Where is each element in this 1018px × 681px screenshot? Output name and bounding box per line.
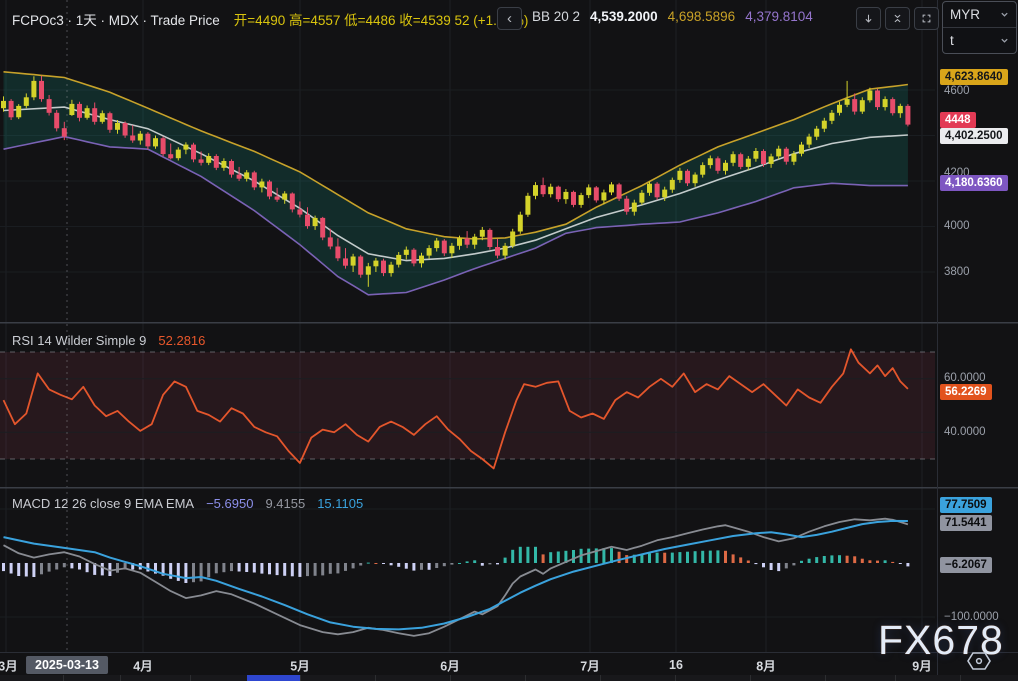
chart-canvas[interactable] <box>0 0 1018 652</box>
symbol-title[interactable]: FCPOc3 · 1天 · MDX · Trade Price <box>12 9 220 29</box>
collapse-pane-button[interactable] <box>885 7 910 30</box>
strip-divider <box>375 675 376 681</box>
rsi-pane <box>0 349 935 468</box>
bb-lower-value: 4,379.8104 <box>745 9 813 24</box>
macd-line <box>4 519 908 636</box>
strip-divider <box>525 675 526 681</box>
strip-divider <box>825 675 826 681</box>
hexagon-logo-icon <box>966 651 992 671</box>
last-price-badge: 4448 <box>940 112 976 128</box>
price-axis[interactable]: 460042004000380060.000040.0000−100.00004… <box>937 0 1018 675</box>
bb-upper-value: 4,698.5896 <box>668 9 736 24</box>
pane-divider <box>0 487 1018 489</box>
gridlines <box>0 0 935 652</box>
bb-lower-price-badge: 4,180.6360 <box>940 175 1008 191</box>
macd-signal-value: 15.1105 <box>317 496 363 511</box>
currency-dropdown[interactable]: MYR <box>943 2 1016 27</box>
time-axis[interactable]: 3月 4月 5月 6月 7月 16 8月 9月 2025-03-13 <box>0 652 1018 676</box>
strip-divider <box>960 675 961 681</box>
strip-divider <box>600 675 601 681</box>
price-axis-tick: 60.0000 <box>944 372 986 384</box>
collapse-icon <box>893 14 902 23</box>
crosshair-date-badge: 2025-03-13 <box>26 656 108 674</box>
pane-toolbar <box>856 7 939 30</box>
bb-indicator-legend: BB 20 2 4,539.2000 4,698.5896 4,379.8104 <box>532 9 813 24</box>
macd-hist-badge: −6.2067 <box>940 557 992 573</box>
macd-line-value: 9.4155 <box>265 496 305 511</box>
macd-signal-line <box>4 521 908 630</box>
bollinger-bands <box>4 72 908 295</box>
time-axis-label: 7月 <box>580 655 599 674</box>
chevron-down-icon <box>1000 10 1009 19</box>
macd-indicator-title[interactable]: MACD 12 26 close 9 EMA EMA <box>12 496 194 511</box>
time-axis-label: 9月 <box>912 655 931 674</box>
macd-hist-value: −5.6950 <box>206 496 253 511</box>
strip-divider <box>675 675 676 681</box>
macd-pane <box>0 509 935 636</box>
pane-divider <box>0 322 1018 324</box>
strip-divider <box>120 675 121 681</box>
macd-signal-badge: 77.7509 <box>940 497 992 513</box>
price-axis-tick: 3800 <box>944 266 970 278</box>
strip-active-segment[interactable] <box>247 675 300 681</box>
chevron-left-button[interactable]: ‹ <box>497 7 522 30</box>
axis-settings-panel: MYR t <box>942 1 1017 54</box>
chevron-down-icon <box>1000 36 1009 45</box>
price-axis-tick: 4600 <box>944 85 970 97</box>
strip-divider <box>300 675 301 681</box>
arrow-down-icon <box>864 14 873 23</box>
bb-basis-price-badge: 4,402.2500 <box>940 128 1008 144</box>
macd-indicator-legend: MACD 12 26 close 9 EMA EMA −5.6950 9.415… <box>12 496 363 511</box>
strip-divider <box>895 675 896 681</box>
price-axis-tick: 4000 <box>944 220 970 232</box>
bb-upper-price-badge: 4,623.8640 <box>940 69 1008 85</box>
currency-value: MYR <box>950 7 980 22</box>
rsi-indicator-title[interactable]: RSI 14 Wilder Simple 9 <box>12 333 146 348</box>
trading-chart-app: FCPOc3 · 1天 · MDX · Trade Price 开=4490 高… <box>0 0 1018 681</box>
rsi-band-fill <box>0 352 935 459</box>
unit-dropdown[interactable]: t <box>943 27 1016 53</box>
ohlc-values: 开=4490 高=4557 低=4486 收=4539 52 (+1.16%) <box>234 9 529 29</box>
strip-divider <box>750 675 751 681</box>
main-legend: FCPOc3 · 1天 · MDX · Trade Price 开=4490 高… <box>12 9 528 29</box>
maximize-pane-button[interactable] <box>914 7 939 30</box>
price-axis-tick: 40.0000 <box>944 426 986 438</box>
time-axis-label: 16 <box>669 658 683 672</box>
price-axis-tick: −100.0000 <box>944 611 999 623</box>
arrow-down-button[interactable] <box>856 7 881 30</box>
time-axis-label: 8月 <box>756 655 775 674</box>
bottom-scrollbar-strip[interactable] <box>0 675 1018 681</box>
bb-basis-value: 4,539.2000 <box>590 9 658 24</box>
bb-indicator-title[interactable]: BB 20 2 <box>532 9 580 24</box>
strip-divider <box>190 675 191 681</box>
rsi-indicator-value: 52.2816 <box>158 333 205 348</box>
strip-divider <box>450 675 451 681</box>
maximize-icon <box>922 14 931 23</box>
unit-value: t <box>950 33 954 48</box>
rsi-value-badge: 56.2269 <box>940 384 992 400</box>
time-axis-label: 6月 <box>440 655 459 674</box>
macd-line-badge: 71.5441 <box>940 515 992 531</box>
time-axis-label: 4月 <box>133 655 152 674</box>
time-axis-label: 5月 <box>290 655 309 674</box>
rsi-indicator-legend: RSI 14 Wilder Simple 9 52.2816 <box>12 333 205 348</box>
strip-divider <box>63 675 64 681</box>
time-axis-label: 3月 <box>0 655 18 674</box>
